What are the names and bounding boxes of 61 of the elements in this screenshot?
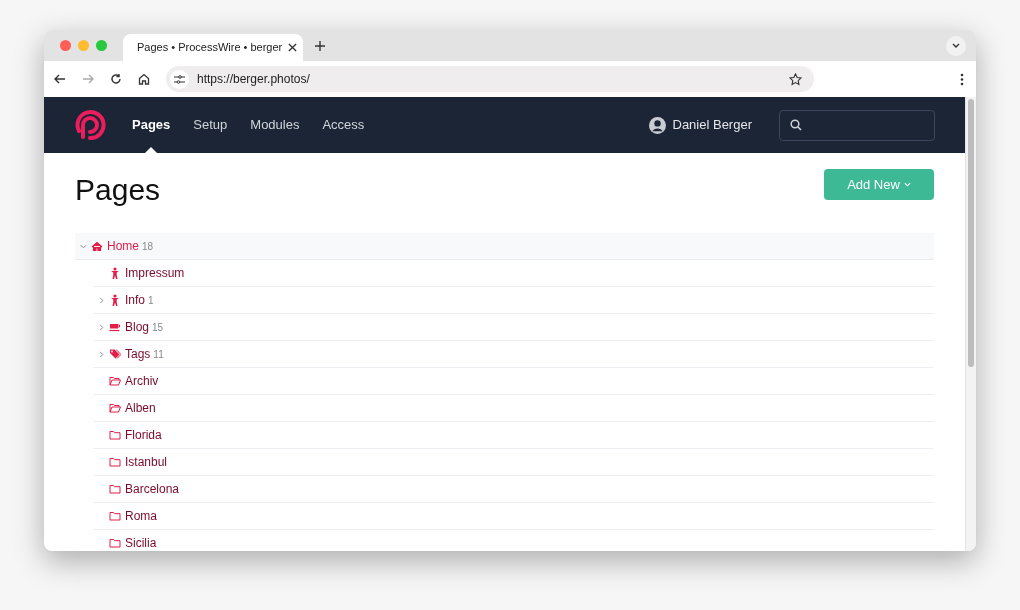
house-icon (91, 240, 103, 252)
nav-tab[interactable]: Pages (132, 97, 171, 153)
nav-tab[interactable]: Modules (250, 97, 300, 153)
close-window-button[interactable] (60, 40, 71, 51)
chevron-right-icon[interactable] (98, 323, 104, 331)
person-icon (109, 294, 121, 306)
chevron-right-icon[interactable] (98, 296, 104, 304)
page-link[interactable]: Barcelona (125, 480, 180, 498)
page-link[interactable]: Florida (125, 426, 162, 444)
address-bar[interactable]: https://berger.photos/ (166, 66, 814, 92)
user-avatar-icon (648, 116, 666, 134)
user-menu[interactable]: Daniel Berger (648, 115, 752, 135)
site-settings-icon[interactable] (170, 69, 189, 89)
browser-tab[interactable]: Pages • ProcessWire • berger (123, 34, 303, 61)
back-arrow-icon[interactable] (54, 73, 66, 85)
new-tab-icon[interactable] (315, 40, 325, 51)
forward-arrow-icon[interactable] (82, 73, 94, 85)
child-count: 15 (152, 321, 164, 335)
scrollbar[interactable] (965, 97, 976, 551)
child-count: 18 (142, 240, 154, 254)
cup-icon (109, 321, 121, 333)
folder-icon (109, 483, 121, 495)
tags-icon (109, 348, 121, 360)
home-icon[interactable] (138, 73, 150, 85)
close-icon[interactable] (288, 43, 298, 52)
tab-title: Pages • ProcessWire • berger (137, 40, 283, 56)
person-icon (109, 267, 121, 279)
url-text: https://berger.photos/ (197, 71, 310, 88)
page-link[interactable]: Info (125, 291, 145, 309)
page-link[interactable]: Impressum (125, 264, 185, 282)
reload-icon[interactable] (110, 73, 122, 85)
page-link[interactable]: Istanbul (125, 453, 168, 471)
folder-icon (109, 537, 121, 549)
open-folder-icon (109, 375, 121, 387)
page-link[interactable]: Roma (125, 507, 157, 525)
nav-tab[interactable]: Setup (193, 97, 228, 153)
tab-menu-button[interactable] (946, 35, 966, 56)
nav-tab[interactable]: Access (322, 97, 365, 153)
page-link[interactable]: Home (107, 237, 139, 255)
open-folder-icon (109, 402, 121, 414)
maximize-window-button[interactable] (96, 40, 107, 51)
more-menu-icon[interactable] (960, 72, 964, 86)
search-icon (790, 119, 802, 131)
chevron-right-icon[interactable] (98, 350, 104, 358)
logo-icon[interactable] (74, 109, 106, 141)
child-count: 11 (153, 348, 164, 362)
page-link[interactable]: Sicilia (125, 534, 157, 551)
page-link[interactable]: Blog (125, 318, 150, 336)
chevron-down-icon (952, 43, 960, 48)
chevron-down-icon (903, 182, 911, 187)
child-count: 1 (148, 294, 154, 308)
folder-icon (109, 456, 121, 468)
search-field[interactable] (779, 109, 935, 141)
chevron-down-icon[interactable] (79, 243, 87, 249)
page-heading: Pages (75, 175, 161, 205)
folder-icon (109, 510, 121, 522)
star-icon[interactable] (789, 72, 802, 86)
page-link[interactable]: Archiv (125, 372, 159, 390)
folder-icon (109, 429, 121, 441)
page-link[interactable]: Tags (125, 345, 151, 363)
page-link[interactable]: Alben (125, 399, 156, 417)
